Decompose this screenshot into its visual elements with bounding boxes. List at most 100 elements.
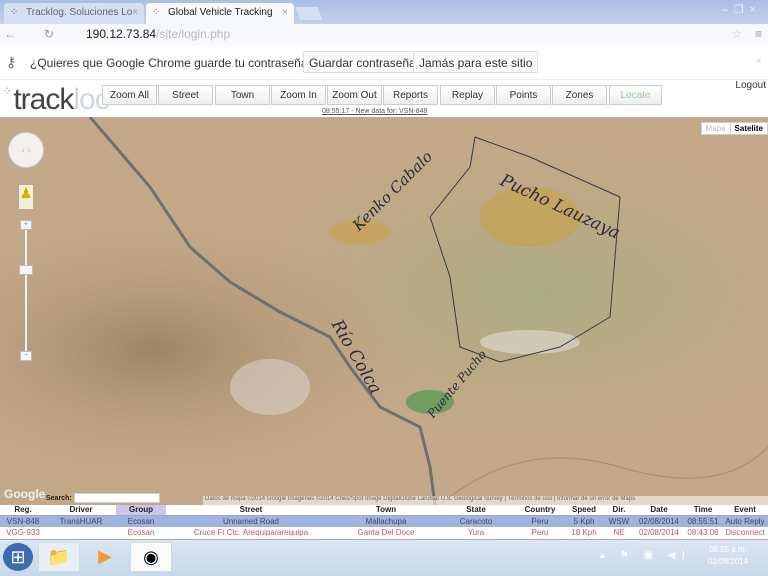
- table-cell: VSN-848: [0, 515, 46, 527]
- table-cell: Peru: [516, 515, 564, 527]
- url-host: 190.12.73.84: [86, 27, 157, 41]
- windows-taskbar: ⊞ 📁 ▶ ◉ ▴ ⚑ ▣ ◀) 08:55 a.m. 02/08/2014: [0, 540, 768, 576]
- clock-time: 08:55 a.m.: [709, 545, 747, 554]
- table-cell: Caracoto: [436, 515, 516, 527]
- address-bar: ← ↻ 190.12.73.84/site/login.php ☆ ≡: [0, 24, 768, 46]
- map-type-satelite[interactable]: Satelite: [729, 123, 767, 134]
- nav-town-button[interactable]: Town: [215, 85, 270, 105]
- window-controls[interactable]: –❐×: [722, 3, 762, 16]
- table-cell: NE: [604, 527, 634, 540]
- trackloc-logo: ⁘ trackloc: [2, 83, 110, 116]
- nav-zoom-in-button[interactable]: Zoom In: [271, 85, 326, 105]
- logout-link[interactable]: Logout: [735, 80, 766, 91]
- table-cell: Ecosan: [116, 527, 166, 540]
- url-path: /site/login.php: [156, 27, 231, 41]
- table-cell: Mallachupa: [336, 515, 436, 527]
- table-cell: [46, 527, 116, 540]
- table-cell: 18 Kph: [564, 527, 604, 540]
- favicon-icon: ⁘: [10, 7, 19, 18]
- nav-zoom-out-button[interactable]: Zoom Out: [327, 85, 382, 105]
- table-cell: Ecosan: [116, 515, 166, 527]
- reload-icon[interactable]: ↻: [44, 27, 54, 41]
- zoom-slider-handle[interactable]: [19, 265, 33, 275]
- favicon-icon: ⁘: [152, 7, 161, 18]
- close-tab-icon[interactable]: ×: [132, 7, 138, 18]
- table-cell: Disconnect: [722, 527, 768, 540]
- table-cell: 08:43:06: [684, 527, 722, 540]
- satellite-imagery: [0, 117, 768, 505]
- start-button[interactable]: ⊞: [2, 542, 34, 572]
- table-cell: VGG-933: [0, 527, 46, 540]
- column-header[interactable]: Date: [634, 505, 684, 516]
- infobar-question: ¿Quieres que Google Chrome guarde tu con…: [30, 56, 315, 70]
- table-cell: 02/08/2014: [634, 527, 684, 540]
- star-icon[interactable]: ☆: [731, 27, 742, 41]
- column-header[interactable]: Country: [516, 505, 564, 516]
- table-row[interactable]: VGG-933 Ecosan Cruce Ft Ctc. Arequipa/areq…: [0, 527, 768, 540]
- map-type-mapa[interactable]: Mapa: [702, 123, 730, 134]
- map-type-control: Mapa Satelite: [700, 122, 768, 135]
- search-input[interactable]: [74, 493, 160, 503]
- google-logo: Google: [4, 487, 46, 501]
- vehicle-table: Reg. Driver Group Street Town State Country Spe…: [0, 505, 768, 540]
- column-header[interactable]: Reg.: [0, 505, 46, 516]
- search-label: Search:: [46, 495, 72, 502]
- clock[interactable]: 08:55 a.m. 02/08/2014: [708, 544, 748, 568]
- column-header[interactable]: Group: [116, 505, 166, 516]
- tab-label: Global Vehicle Tracking: [168, 7, 273, 18]
- never-save-button[interactable]: Jamás para este sitio: [413, 51, 539, 73]
- zoom-out-icon[interactable]: −: [20, 351, 32, 361]
- status-text: 08:55:17 - New data for: VSN-848: [322, 108, 428, 115]
- nav-zoom-all-button[interactable]: Zoom All: [102, 85, 157, 105]
- column-header[interactable]: Speed: [564, 505, 604, 516]
- nav-zones-button[interactable]: Zones: [552, 85, 607, 105]
- new-tab-button[interactable]: [295, 7, 323, 20]
- table-cell: 02/08/2014: [634, 515, 684, 527]
- close-infobar-icon[interactable]: ×: [756, 56, 762, 67]
- table-cell: TransHUAR: [46, 515, 116, 527]
- clock-date: 02/08/2014: [708, 557, 749, 566]
- map-copyright: Datos de mapa ©2014 Google Imágenes ©201…: [203, 496, 768, 505]
- tab-bar: ⁘ Tracklog. Soluciones Lo × ⁘ Global Vehicl…: [0, 0, 768, 24]
- close-tab-icon[interactable]: ×: [282, 7, 288, 18]
- table-cell: Auto Reply: [722, 515, 768, 527]
- save-password-infobar: ⚷ ¿Quieres que Google Chrome guarde tu c…: [0, 46, 768, 80]
- chrome-icon[interactable]: ◉: [130, 542, 172, 572]
- tab-tracklog[interactable]: ⁘ Tracklog. Soluciones Lo ×: [4, 3, 144, 24]
- pegman-icon[interactable]: ♟: [19, 185, 33, 209]
- nav-street-button[interactable]: Street: [158, 85, 213, 105]
- column-header[interactable]: Dir.: [604, 505, 634, 516]
- explorer-icon[interactable]: 📁: [38, 542, 80, 572]
- column-header[interactable]: Event: [722, 505, 768, 516]
- nav-reports-button[interactable]: Reports: [383, 85, 438, 105]
- tab-label: Tracklog. Soluciones Lo: [26, 7, 133, 18]
- tab-global-vehicle-tracking[interactable]: ⁘ Global Vehicle Tracking ×: [146, 3, 294, 24]
- nav-replay-button[interactable]: Replay: [440, 85, 495, 105]
- map-view[interactable]: Mapa Satelite ‹ › ♟ + − Kenko Cabalo Puc…: [0, 117, 768, 505]
- table-cell: Peru: [516, 527, 564, 540]
- table-cell: Yura: [436, 527, 516, 540]
- system-tray-icons[interactable]: ▴ ⚑ ▣ ◀): [600, 550, 691, 561]
- table-row[interactable]: VSN-848 TransHUAR Ecosan Unnamed Road Mallac…: [0, 515, 768, 527]
- app-header: ⁘ trackloc Zoom All Street Town Zoom In Zoom…: [0, 80, 768, 117]
- back-icon[interactable]: ←: [4, 27, 16, 41]
- zoom-slider[interactable]: [25, 225, 27, 355]
- table-cell: Cruce Ft Ctc. Arequipa/arequipa: [166, 527, 336, 540]
- table-cell: Garita Del Doce: [336, 527, 436, 540]
- column-header[interactable]: State: [436, 505, 516, 516]
- zoom-in-icon[interactable]: +: [20, 220, 32, 230]
- column-header[interactable]: Town: [336, 505, 436, 516]
- table-cell: Unnamed Road: [166, 515, 336, 527]
- pan-control-icon[interactable]: ‹ ›: [8, 132, 44, 168]
- menu-icon[interactable]: ≡: [755, 27, 762, 41]
- url-field[interactable]: 190.12.73.84/site/login.php: [86, 27, 230, 41]
- column-header[interactable]: Street: [166, 505, 336, 516]
- key-icon: ⚷: [6, 54, 17, 70]
- media-player-icon[interactable]: ▶: [84, 542, 126, 572]
- nav-locate-button[interactable]: Locate: [609, 85, 662, 105]
- column-header[interactable]: Driver: [46, 505, 116, 516]
- nav-points-button[interactable]: Points: [496, 85, 551, 105]
- column-header[interactable]: Time: [684, 505, 722, 516]
- table-cell: WSW: [604, 515, 634, 527]
- save-password-button[interactable]: Guardar contraseña: [303, 51, 422, 73]
